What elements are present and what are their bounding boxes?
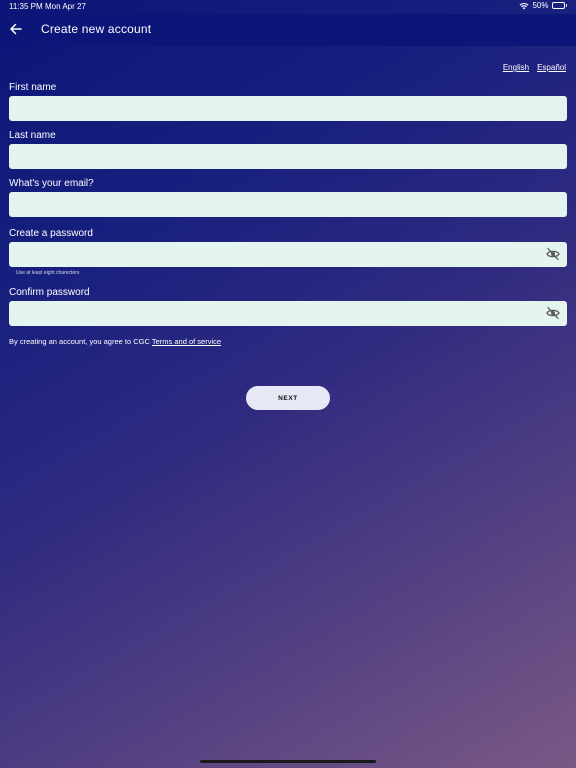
header: Create new account <box>0 14 576 46</box>
password-input[interactable] <box>9 242 567 267</box>
first-name-input[interactable] <box>9 96 567 121</box>
language-english-link[interactable]: English <box>503 63 529 72</box>
language-switch: English Español <box>503 63 566 72</box>
status-date: Mon Apr 27 <box>45 2 86 11</box>
battery-icon <box>551 2 567 9</box>
confirm-password-input[interactable] <box>9 301 567 326</box>
email-input[interactable] <box>9 192 567 217</box>
page-title: Create new account <box>41 22 152 36</box>
arrow-left-icon[interactable] <box>9 21 23 37</box>
terms-text: By creating an account, you agree to CGC… <box>9 337 221 346</box>
eye-off-icon[interactable] <box>546 306 560 320</box>
wifi-icon <box>519 2 529 10</box>
home-indicator <box>200 760 376 763</box>
password-label: Create a password <box>9 228 93 239</box>
status-right: 50% <box>519 1 567 10</box>
status-bar: 11:35 PM Mon Apr 27 50% <box>0 0 576 14</box>
status-time: 11:35 PM <box>9 2 43 11</box>
last-name-label: Last name <box>9 130 56 141</box>
email-label: What's your email? <box>9 178 94 189</box>
password-helper-text: Use at least eight charecters <box>16 270 80 276</box>
terms-prefix: By creating an account, you agree to CGC <box>9 337 152 346</box>
next-button[interactable]: NEXT <box>246 386 330 410</box>
language-spanish-link[interactable]: Español <box>537 63 566 72</box>
terms-of-service-link[interactable]: Terms and of service <box>152 337 221 346</box>
first-name-label: First name <box>9 82 57 93</box>
last-name-input[interactable] <box>9 144 567 169</box>
battery-percent: 50% <box>532 1 549 10</box>
eye-off-icon[interactable] <box>546 247 560 261</box>
confirm-password-label: Confirm password <box>9 287 90 298</box>
